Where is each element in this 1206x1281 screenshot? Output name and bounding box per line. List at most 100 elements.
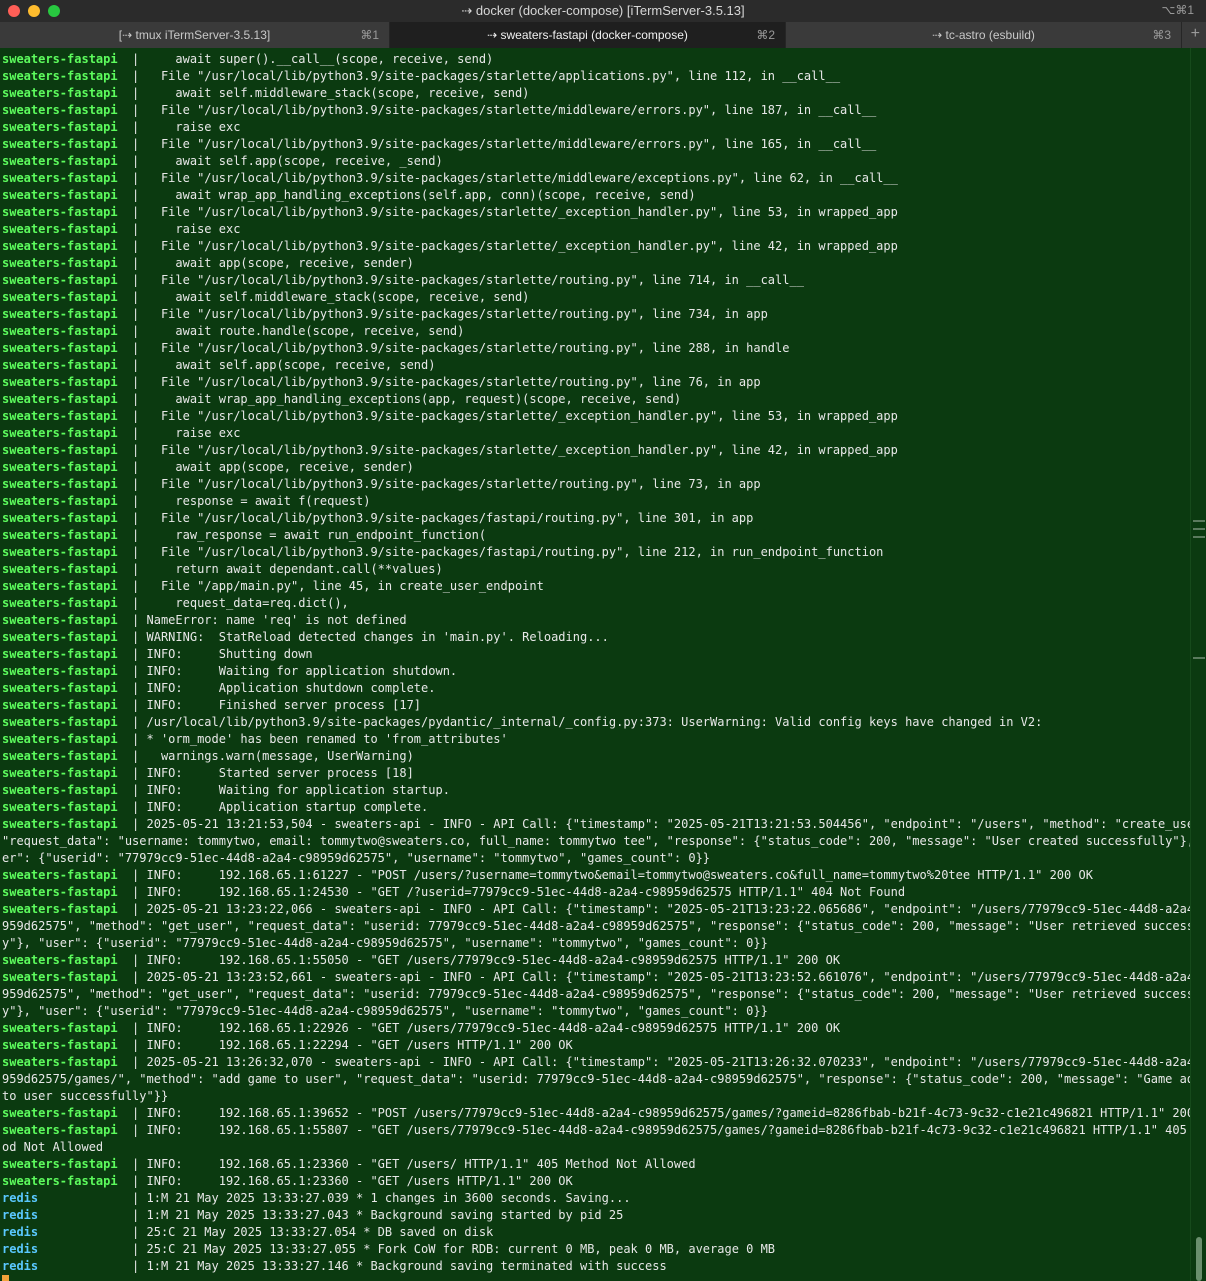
service-name: sweaters-fastapi — [2, 171, 118, 185]
log-line: sweaters-fastapi | await wrap_app_handli… — [2, 391, 681, 408]
log-line: sweaters-fastapi | warnings.warn(message… — [2, 748, 414, 765]
log-text: | File "/usr/local/lib/python3.9/site-pa… — [117, 477, 761, 491]
scroll-mark — [1193, 536, 1205, 538]
terminal-output[interactable]: sweaters-fastapi | await super().__call_… — [0, 48, 1190, 1281]
tab-shortcut: ⌘2 — [756, 28, 775, 42]
log-text: | NameError: name 'req' is not defined — [117, 613, 407, 627]
log-text: | await super().__call__(scope, receive,… — [117, 52, 494, 66]
log-line: sweaters-fastapi | return await dependan… — [2, 561, 443, 578]
service-name: sweaters-fastapi — [2, 392, 118, 406]
log-line: redis | 25:C 21 May 2025 13:33:27.054 * … — [2, 1224, 493, 1241]
log-line: sweaters-fastapi | File "/usr/local/lib/… — [2, 340, 789, 357]
log-text: | request_data=req.dict(), — [117, 596, 349, 610]
log-line: sweaters-fastapi | INFO: 192.168.65.1:22… — [2, 1020, 840, 1037]
log-line: 959d62575", "method": "get_user", "reque… — [2, 918, 1190, 935]
log-line: sweaters-fastapi | File "/usr/local/lib/… — [2, 102, 876, 119]
tab-shortcut: ⌘3 — [1152, 28, 1171, 42]
log-text: | await wrap_app_handling_exceptions(app… — [117, 392, 682, 406]
log-text: | File "/usr/local/lib/python3.9/site-pa… — [117, 341, 790, 355]
service-name: sweaters-fastapi — [2, 426, 118, 440]
log-line: sweaters-fastapi | 2025-05-21 13:23:52,6… — [2, 969, 1190, 986]
service-name: sweaters-fastapi — [2, 528, 118, 542]
log-line: sweaters-fastapi | File "/usr/local/lib/… — [2, 408, 898, 425]
service-name: sweaters-fastapi — [2, 698, 118, 712]
service-name: sweaters-fastapi — [2, 579, 118, 593]
log-text: | await self.middleware_stack(scope, rec… — [117, 290, 530, 304]
log-line: sweaters-fastapi | await super().__call_… — [2, 51, 493, 68]
log-line: sweaters-fastapi | request_data=req.dict… — [2, 595, 349, 612]
log-line: sweaters-fastapi | INFO: 192.168.65.1:61… — [2, 867, 1093, 884]
service-name: sweaters-fastapi — [2, 664, 118, 678]
service-name: sweaters-fastapi — [2, 970, 118, 984]
log-text: | INFO: 192.168.65.1:55050 - "GET /users… — [117, 953, 841, 967]
service-name: sweaters-fastapi — [2, 222, 118, 236]
log-text: | File "/usr/local/lib/python3.9/site-pa… — [117, 307, 768, 321]
new-tab-button[interactable]: + — [1191, 25, 1200, 43]
tab-sweaters-fastapi[interactable]: ⇢ sweaters-fastapi (docker-compose) ⌘2 — [390, 22, 786, 48]
service-name: sweaters-fastapi — [2, 375, 118, 389]
service-name: sweaters-fastapi — [2, 596, 118, 610]
log-line: sweaters-fastapi | INFO: Application shu… — [2, 680, 435, 697]
log-text: | INFO: 192.168.65.1:61227 - "POST /user… — [117, 868, 1093, 882]
log-line: sweaters-fastapi | INFO: Waiting for app… — [2, 782, 450, 799]
log-text: | /usr/local/lib/python3.9/site-packages… — [117, 715, 1043, 729]
tab-shortcut: ⌘1 — [360, 28, 379, 42]
log-line: sweaters-fastapi | await app(scope, rece… — [2, 459, 414, 476]
log-line: sweaters-fastapi | File "/usr/local/lib/… — [2, 510, 753, 527]
scroll-thumb[interactable] — [1196, 1237, 1202, 1281]
log-text: | return await dependant.call(**values) — [117, 562, 443, 576]
log-text: | File "/usr/local/lib/python3.9/site-pa… — [117, 205, 898, 219]
log-line: sweaters-fastapi | 2025-05-21 13:23:22,0… — [2, 901, 1190, 918]
tab-tc-astro[interactable]: ⇢ tc-astro (esbuild) ⌘3 — [786, 22, 1182, 48]
log-line: 959d62575/games/", "method": "add game t… — [2, 1071, 1190, 1088]
log-line: sweaters-fastapi | await app(scope, rece… — [2, 255, 414, 272]
service-name: sweaters-fastapi — [2, 630, 118, 644]
service-name: redis — [2, 1208, 39, 1222]
service-name: sweaters-fastapi — [2, 239, 118, 253]
log-line: sweaters-fastapi | File "/usr/local/lib/… — [2, 306, 768, 323]
log-line: "request_data": "username: tommytwo, ema… — [2, 833, 1190, 850]
log-text: | INFO: 192.168.65.1:23360 - "GET /users… — [117, 1157, 696, 1171]
service-name: sweaters-fastapi — [2, 273, 118, 287]
log-line: sweaters-fastapi | File "/usr/local/lib/… — [2, 374, 761, 391]
scroll-mark — [1193, 657, 1205, 659]
log-line: sweaters-fastapi | INFO: Finished server… — [2, 697, 421, 714]
service-name: sweaters-fastapi — [2, 103, 118, 117]
log-text: | 1:M 21 May 2025 13:33:27.039 * 1 chang… — [38, 1191, 631, 1205]
log-line: od Not Allowed — [2, 1139, 103, 1156]
log-text: | 2025-05-21 13:23:22,066 - sweaters-api… — [117, 902, 1190, 916]
log-line: sweaters-fastapi | NameError: name 'req'… — [2, 612, 407, 629]
service-name: sweaters-fastapi — [2, 817, 118, 831]
log-line: sweaters-fastapi | INFO: 192.168.65.1:23… — [2, 1173, 573, 1190]
log-line: sweaters-fastapi | INFO: Waiting for app… — [2, 663, 457, 680]
log-text: | 1:M 21 May 2025 13:33:27.043 * Backgro… — [38, 1208, 624, 1222]
scrollbar[interactable] — [1190, 48, 1206, 1281]
log-line: sweaters-fastapi | File "/app/main.py", … — [2, 578, 544, 595]
service-name: sweaters-fastapi — [2, 307, 118, 321]
service-name: sweaters-fastapi — [2, 188, 118, 202]
log-text: | 1:M 21 May 2025 13:33:27.146 * Backgro… — [38, 1259, 667, 1273]
log-text: | INFO: 192.168.65.1:23360 - "GET /users… — [117, 1174, 573, 1188]
log-line: sweaters-fastapi | INFO: 192.168.65.1:22… — [2, 1037, 573, 1054]
log-text: | await self.middleware_stack(scope, rec… — [117, 86, 530, 100]
log-text: | File "/usr/local/lib/python3.9/site-pa… — [117, 103, 877, 117]
log-line: redis | 1:M 21 May 2025 13:33:27.039 * 1… — [2, 1190, 631, 1207]
service-name: redis — [2, 1191, 39, 1205]
log-line: sweaters-fastapi | File "/usr/local/lib/… — [2, 204, 898, 221]
service-name: sweaters-fastapi — [2, 902, 118, 916]
service-name: sweaters-fastapi — [2, 1157, 118, 1171]
service-name: sweaters-fastapi — [2, 1021, 118, 1035]
log-text: | File "/usr/local/lib/python3.9/site-pa… — [117, 511, 754, 525]
service-name: sweaters-fastapi — [2, 69, 118, 83]
log-line: y"}, "user": {"userid": "77979cc9-51ec-4… — [2, 935, 768, 952]
log-text: | INFO: 192.168.65.1:55807 - "GET /users… — [117, 1123, 1190, 1137]
log-text: | File "/usr/local/lib/python3.9/site-pa… — [117, 409, 898, 423]
log-line: sweaters-fastapi | File "/usr/local/lib/… — [2, 544, 883, 561]
service-name: sweaters-fastapi — [2, 86, 118, 100]
log-text: | raw_response = await run_endpoint_func… — [117, 528, 487, 542]
tab-tmux[interactable]: [⇢ tmux iTermServer-3.5.13] ⌘1 — [0, 22, 390, 48]
service-name: sweaters-fastapi — [2, 290, 118, 304]
log-text: | raise exc — [117, 426, 241, 440]
log-text: 959d62575/games/", "method": "add game t… — [2, 1072, 1190, 1086]
service-name: sweaters-fastapi — [2, 562, 118, 576]
